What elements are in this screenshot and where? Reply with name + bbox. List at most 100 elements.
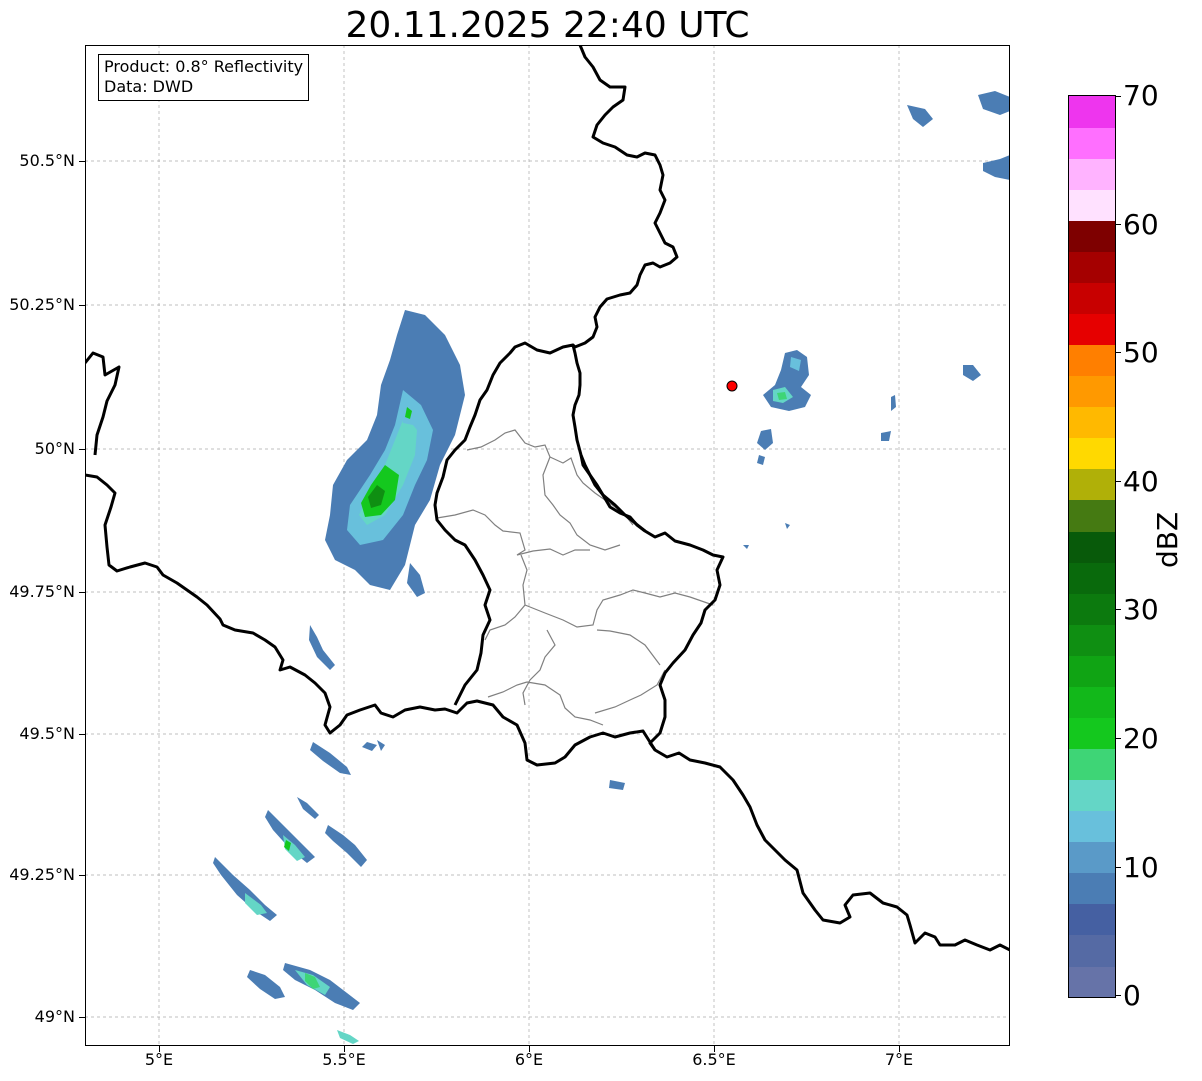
y-tick: [79, 449, 85, 450]
colorbar-segment: [1069, 375, 1115, 408]
border-luxembourg-west: [433, 341, 725, 751]
x-tick: [344, 1046, 345, 1052]
echo-ne-4: [743, 545, 749, 549]
echo-s-9: [337, 1030, 359, 1044]
colorbar-tick-label: 50: [1123, 336, 1159, 369]
echo-east-1: [763, 350, 811, 411]
colorbar-segment: [1069, 624, 1115, 656]
colorbar-tick-label: 40: [1123, 465, 1159, 498]
colorbar-segment: [1069, 96, 1115, 128]
colorbar-tick-label: 20: [1123, 722, 1159, 755]
colorbar-segment: [1069, 655, 1115, 687]
admin-boundaries: [436, 429, 714, 726]
colorbar-segment: [1069, 934, 1115, 967]
echo-east-5: [891, 395, 896, 411]
y-tick: [79, 592, 85, 593]
colorbar-unit-text: dBZ: [1151, 511, 1184, 568]
colorbar-segment: [1069, 189, 1115, 221]
y-tick-label: 50.25°N: [9, 295, 75, 314]
colorbar-segment: [1069, 593, 1115, 625]
colorbar-segment: [1069, 499, 1115, 532]
x-tick-label: 6.5°E: [692, 1050, 736, 1069]
colorbar-segment: [1069, 344, 1115, 377]
echo-s-10: [609, 780, 625, 790]
colorbar-segment: [1069, 562, 1115, 594]
echo-s-11: [377, 740, 385, 751]
colorbar-segment: [1069, 965, 1115, 997]
colorbar-segment: [1069, 717, 1115, 750]
colorbar-tick: [1115, 96, 1121, 97]
x-tick-label: 5.5°E: [322, 1050, 366, 1069]
y-tick: [79, 161, 85, 162]
echo-s-7: [247, 970, 285, 999]
map-canvas: [85, 45, 1010, 1046]
y-tick-label: 49.75°N: [9, 582, 75, 601]
colorbar-segment: [1069, 841, 1115, 874]
x-tick: [529, 1046, 530, 1052]
echo-ne-2: [983, 155, 1010, 180]
echo-east-3: [757, 455, 765, 465]
map-title: 20.11.2025 22:40 UTC: [345, 5, 750, 46]
colorbar-tick-label: 60: [1123, 208, 1159, 241]
y-tick: [79, 1017, 85, 1018]
y-tick: [79, 305, 85, 306]
colorbar-tick-label: 70: [1123, 79, 1159, 112]
x-tick: [714, 1046, 715, 1052]
colorbar-segment: [1069, 313, 1115, 346]
x-tick-label: 5°E: [144, 1050, 174, 1069]
echo-east-4: [785, 523, 790, 529]
colorbar-segment: [1069, 779, 1115, 812]
border-germany-east: [579, 454, 646, 533]
echo-s-6: [213, 857, 277, 921]
colorbar-segment: [1069, 158, 1115, 190]
x-tick-label: 6°E: [514, 1050, 544, 1069]
echo-sw-2: [309, 625, 335, 670]
echo-s-3: [265, 810, 315, 863]
colorbar: [1068, 95, 1116, 998]
colorbar-segment: [1069, 686, 1115, 718]
echo-s-4: [325, 825, 367, 867]
y-tick-label: 49.25°N: [9, 865, 75, 884]
colorbar-tick-label: 10: [1123, 851, 1159, 884]
x-tick-label: 7°E: [884, 1050, 914, 1069]
border-germany-north: [571, 45, 679, 349]
colorbar-segment: [1069, 748, 1115, 781]
echo-s-2: [362, 742, 377, 751]
radar-map[interactable]: [85, 45, 1010, 1046]
colorbar-tick: [1115, 481, 1121, 482]
y-tick-label: 49°N: [34, 1007, 75, 1026]
product-label: Product: 0.8° Reflectivity: [104, 57, 304, 76]
echo-ne-3: [907, 105, 933, 127]
colorbar-unit-label: dBZ: [1151, 512, 1199, 580]
x-tick: [159, 1046, 160, 1052]
border-france-belgium-west: [85, 351, 121, 456]
y-tick-label: 50°N: [34, 439, 75, 458]
colorbar-tick: [1115, 609, 1121, 610]
echo-east-7: [963, 365, 981, 381]
colorbar-segment: [1069, 872, 1115, 905]
border-belgium-france: [85, 473, 1010, 952]
y-tick: [79, 875, 85, 876]
colorbar-segment: [1069, 468, 1115, 501]
colorbar-tick: [1115, 738, 1121, 739]
y-tick-label: 49.5°N: [19, 724, 75, 743]
radar-site-marker: [726, 380, 738, 392]
colorbar-tick-label: 30: [1123, 593, 1159, 626]
colorbar-segment: [1069, 127, 1115, 159]
echo-east-6: [881, 431, 891, 441]
x-tick: [899, 1046, 900, 1052]
data-source-label: Data: DWD: [104, 77, 194, 96]
echo-s-1: [310, 742, 351, 775]
colorbar-tick: [1115, 224, 1121, 225]
colorbar-tick: [1115, 995, 1121, 996]
colorbar-segment: [1069, 530, 1115, 563]
y-tick: [79, 734, 85, 735]
colorbar-tick: [1115, 867, 1121, 868]
echo-east-2: [757, 429, 773, 450]
colorbar-tick-label: 0: [1123, 979, 1141, 1012]
colorbar-segment: [1069, 220, 1115, 252]
echo-ne-1: [978, 91, 1010, 115]
product-info-box: Product: 0.8° Reflectivity Data: DWD: [98, 54, 310, 101]
colorbar-segment: [1069, 903, 1115, 936]
colorbar-segment: [1069, 810, 1115, 843]
